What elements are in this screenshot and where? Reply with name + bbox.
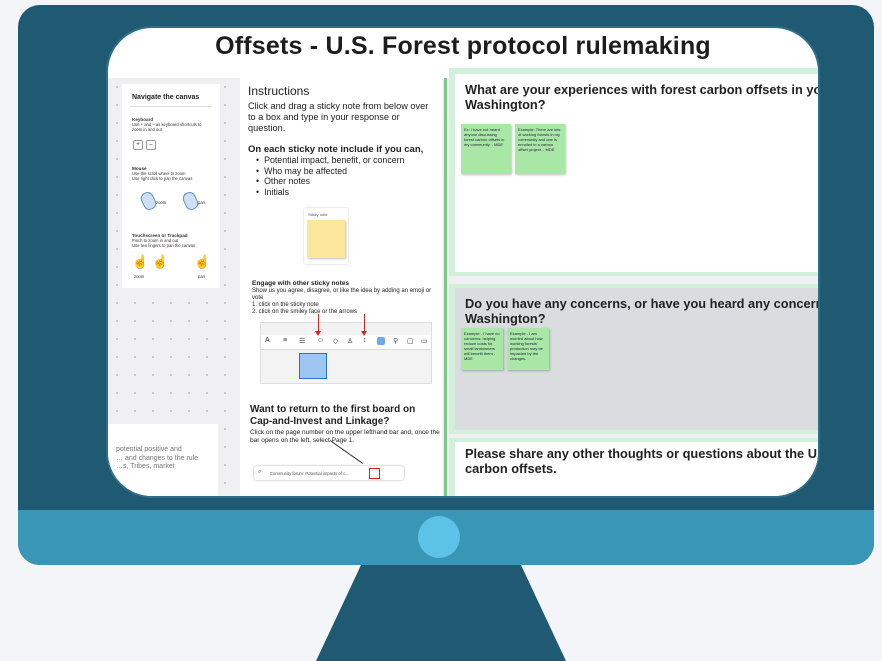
sticky-note-template[interactable]: Sticky note <box>304 208 348 264</box>
mouse-pan-label: pan <box>198 200 205 205</box>
list-icon: ☰ <box>299 338 306 345</box>
toolbar-screenshot: A ≡ ☰ ☺ ◇ ♙ ↕ ⚲ ▢ ▭ <box>260 322 432 384</box>
engage-text: Show us you agree, disagree, or like the… <box>252 288 432 315</box>
zoom-out-key[interactable]: – <box>146 140 156 150</box>
mouse-text: Use the scroll wheel to zoom Use right c… <box>132 171 193 181</box>
touch-pan-label: pan <box>198 274 205 279</box>
list-item: Other notes <box>256 176 404 187</box>
align-icon: ≡ <box>283 337 288 344</box>
page-bar-screenshot: ⌕ Community forum: Potential impacts of … <box>254 466 404 480</box>
section-divider <box>444 78 447 496</box>
question-text: Please share any other thoughts or quest… <box>465 446 817 476</box>
green-sticky-note[interactable]: Ex: I have not heard anyone discussing f… <box>461 124 511 174</box>
engage-heading: Engage with other sticky notes <box>252 280 350 287</box>
return-text: Click on the page number on the upper le… <box>250 429 440 444</box>
navigate-canvas-panel: Navigate the canvas Keyboard Use + and –… <box>122 84 220 288</box>
instructions-heading: Instructions <box>248 84 310 98</box>
question-box-1[interactable]: What are your experiences with forest ca… <box>449 68 818 276</box>
vote-arrows-icon: ↕ <box>363 337 367 344</box>
instructions-bullets: Potential impact, benefit, or concern Wh… <box>256 155 404 197</box>
pan-gesture-icon: ☝ <box>194 254 211 269</box>
nav-panel-title: Navigate the canvas <box>132 94 200 101</box>
touch-text: Pinch to zoom in and out Use two fingers… <box>132 238 196 248</box>
partial-card-text: potential positive and … and changes to … <box>116 446 199 470</box>
board-title: Offsets - U.S. Forest protocol rulemakin… <box>215 32 711 60</box>
bar-text: Community forum: Potential impacts of c.… <box>270 470 349 476</box>
instructions-subheading: On each sticky note include if you can, <box>248 144 424 155</box>
pinch-gesture-icon: ☝ <box>152 254 169 269</box>
green-sticky-note[interactable]: Example - I am worried about how working… <box>507 328 549 370</box>
question-text: Do you have any concerns, or have you he… <box>465 296 818 326</box>
green-sticky-note[interactable]: Example - I have no concerns; helping re… <box>461 328 503 370</box>
color-swatch-icon <box>377 337 385 345</box>
mouse-zoom-label: zoom <box>156 200 167 205</box>
instructions-intro: Click and drag a sticky note from below … <box>248 101 429 133</box>
pinch-gesture-icon: ☝ <box>132 254 149 269</box>
list-item: Who may be affected <box>256 166 404 177</box>
divider <box>130 106 212 107</box>
lock-icon: ▢ <box>407 338 414 345</box>
return-heading: Want to return to the first board on Cap… <box>250 404 416 427</box>
sticky-toolbar: A ≡ ☰ ☺ ◇ ♙ ↕ ⚲ ▢ ▭ <box>261 335 431 350</box>
yellow-sticky-note[interactable] <box>307 220 345 258</box>
keyboard-text: Use + and – as keyboard shortcuts to zoo… <box>132 122 202 132</box>
question-box-3[interactable]: Please share any other thoughts or quest… <box>449 438 818 496</box>
search-icon: ⌕ <box>258 469 262 475</box>
partial-text-card: potential positive and … and changes to … <box>108 424 218 496</box>
people-icon: ♙ <box>347 338 354 345</box>
list-item: Potential impact, benefit, or concern <box>256 155 404 166</box>
comment-icon: ▭ <box>421 338 428 345</box>
touch-zoom-label: zoom <box>134 274 145 279</box>
page-number-icon <box>369 468 380 479</box>
text-icon: A <box>265 337 270 344</box>
question-text: What are your experiences with forest ca… <box>465 82 818 112</box>
power-button-icon <box>418 516 460 558</box>
monitor-screen: Offsets - U.S. Forest protocol rulemakin… <box>108 28 818 496</box>
arrow-icon <box>315 314 321 336</box>
green-sticky-note[interactable]: Example: There are lots of working fores… <box>515 124 565 174</box>
instructions-panel: Instructions Click and drag a sticky not… <box>240 78 442 496</box>
link-icon: ⚲ <box>393 338 399 345</box>
arrow-icon <box>361 314 367 336</box>
question-box-2[interactable]: Do you have any concerns, or have you he… <box>449 284 818 434</box>
smiley-face-icon: ☺ <box>317 337 325 344</box>
monitor-stand <box>316 565 566 661</box>
whiteboard-canvas[interactable]: Navigate the canvas Keyboard Use + and –… <box>108 68 818 496</box>
selected-sticky-note <box>299 353 327 379</box>
tag-icon: ◇ <box>333 338 339 345</box>
list-item: Initials <box>256 187 404 198</box>
zoom-in-key[interactable]: + <box>133 140 143 150</box>
sticky-note-label: Sticky note <box>308 212 328 217</box>
